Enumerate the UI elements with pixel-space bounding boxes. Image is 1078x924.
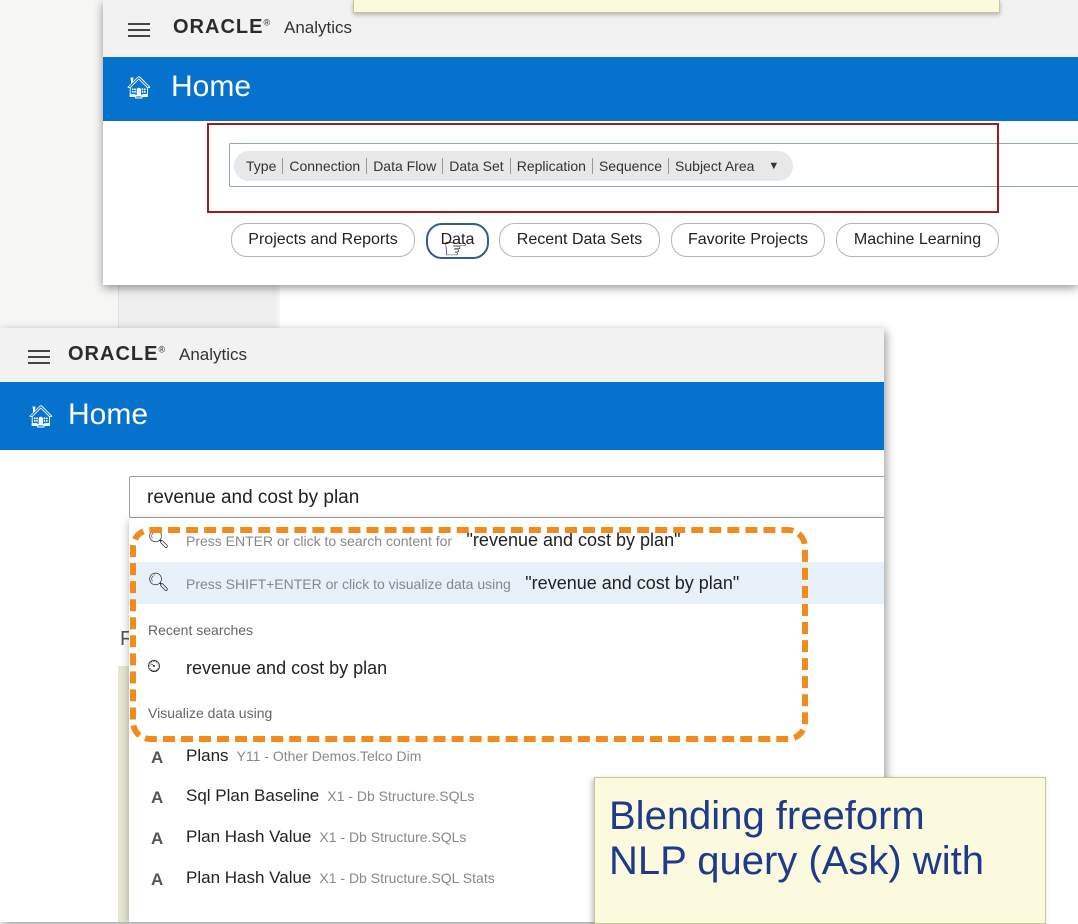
- hamburger-menu-icon[interactable]: [28, 350, 50, 364]
- callout-text: Blending freeform NLP query (Ask) with: [609, 794, 984, 883]
- highlight-box: [207, 123, 999, 213]
- attribute-icon: A: [151, 788, 164, 807]
- analytics-label: Analytics: [284, 18, 353, 37]
- hand-cursor-icon: ☞: [443, 233, 469, 264]
- analytics-label: Analytics: [179, 345, 248, 364]
- callout-note-top: [353, 0, 1000, 13]
- screenshot-data-tab: ORACLE® Analytics 🏠︎ Home Type Connectio…: [103, 0, 1078, 285]
- callout-note: Blending freeform NLP query (Ask) with: [594, 777, 1046, 924]
- hamburger-menu-icon[interactable]: [128, 23, 150, 37]
- home-icon: 🏠︎: [125, 75, 153, 100]
- dashed-highlight-box: [130, 527, 808, 742]
- tab-recent-data-sets[interactable]: Recent Data Sets: [499, 223, 660, 257]
- oracle-logo: ORACLE®: [68, 343, 167, 365]
- oracle-logo: ORACLE®: [173, 16, 272, 38]
- home-header: 🏠︎ Home: [0, 382, 884, 450]
- attribute-icon: A: [151, 829, 164, 848]
- page-title: Home: [171, 70, 252, 103]
- home-header: 🏠︎ Home: [103, 57, 1078, 121]
- attribute-icon: A: [151, 748, 164, 767]
- tab-machine-learning[interactable]: Machine Learning: [836, 223, 999, 257]
- home-icon: 🏠︎: [27, 404, 55, 429]
- tab-projects-and-reports[interactable]: Projects and Reports: [231, 223, 415, 257]
- top-bar: ORACLE® Analytics: [0, 328, 884, 382]
- visualize-item[interactable]: A Plans Y11 - Other Demos.Telco Dim: [129, 738, 884, 778]
- search-input[interactable]: revenue and cost by plan: [129, 476, 884, 518]
- tab-favorite-projects[interactable]: Favorite Projects: [671, 223, 825, 257]
- page-title: Home: [68, 398, 149, 431]
- attribute-icon: A: [151, 870, 164, 889]
